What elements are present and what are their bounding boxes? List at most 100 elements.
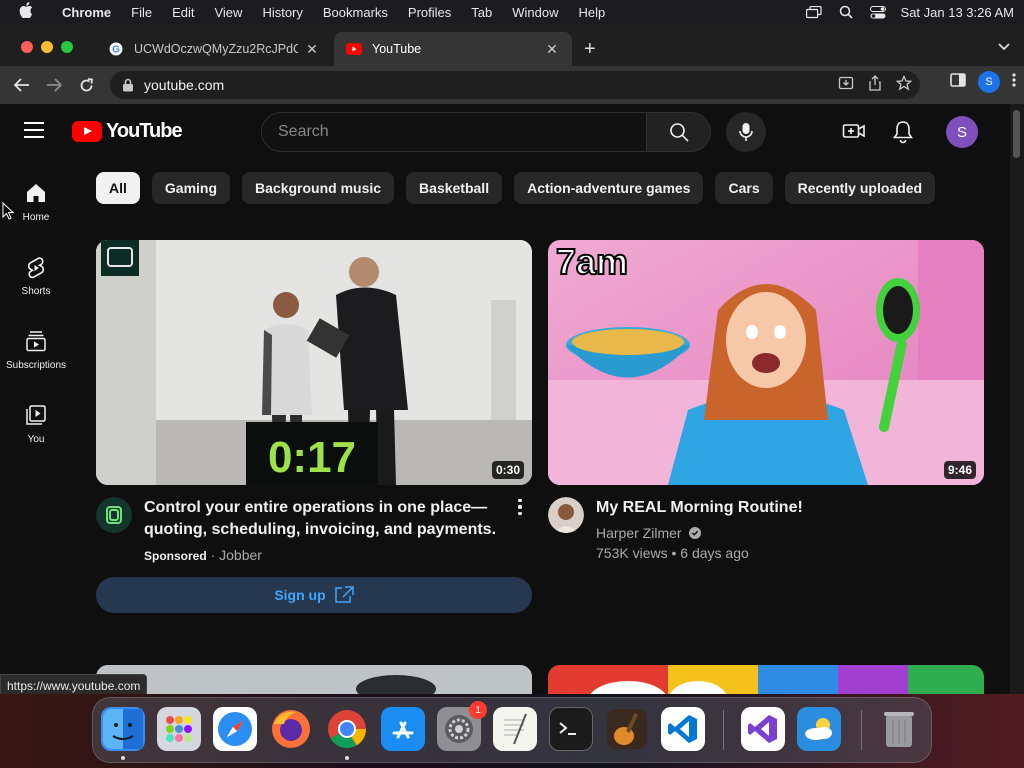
zoom-window-button[interactable] (61, 41, 73, 53)
video-thumbnail[interactable]: 0:17 0:30 (96, 240, 532, 485)
guide-item-label: Shorts (21, 286, 51, 297)
notifications-bell-icon[interactable] (892, 120, 914, 149)
tab-title: UCWdOczwQMyZzu2RcJPdCU (134, 42, 298, 56)
launchpad-icon[interactable] (157, 707, 201, 751)
video-thumbnail[interactable] (96, 665, 532, 695)
system-settings-icon[interactable]: 1 (437, 701, 487, 751)
chip-cars[interactable]: Cars (715, 172, 773, 204)
account-avatar[interactable]: S (946, 116, 978, 148)
close-tab-icon[interactable]: ✕ (304, 41, 320, 58)
chip-action-adventure-games[interactable]: Action-adventure games (514, 172, 704, 204)
chip-background-music[interactable]: Background music (242, 172, 395, 204)
mouse-cursor-icon (2, 201, 15, 225)
google-favicon-icon: G (108, 41, 124, 57)
running-indicator (121, 756, 125, 760)
screen: Chrome File Edit View History Bookmarks … (0, 0, 1024, 768)
menu-help[interactable]: Help (569, 5, 616, 20)
youtube-wordmark: YouTube (106, 120, 183, 142)
screen-mirroring-icon[interactable] (805, 5, 823, 19)
menu-clock[interactable]: Sat Jan 13 3:26 AM (901, 5, 1014, 20)
video-thumbnail[interactable] (548, 665, 984, 695)
app-store-icon[interactable] (381, 707, 425, 751)
chip-gaming[interactable]: Gaming (151, 172, 231, 204)
close-tab-icon[interactable]: ✕ (544, 41, 560, 58)
share-icon[interactable] (868, 75, 882, 94)
visual-studio-code-icon[interactable] (661, 707, 705, 751)
bookmark-star-icon[interactable] (895, 74, 913, 94)
trash-icon[interactable] (877, 707, 921, 751)
terminal-icon[interactable] (549, 707, 593, 751)
voice-search-button[interactable] (726, 112, 766, 152)
youtube-logo[interactable]: YouTube (72, 120, 183, 143)
control-center-icon[interactable] (869, 5, 887, 19)
menu-tab[interactable]: Tab (461, 5, 502, 20)
guide-item-shorts[interactable]: Shorts (0, 256, 72, 297)
install-app-icon[interactable] (838, 75, 854, 94)
video-title[interactable]: My REAL Morning Routine! (596, 497, 984, 519)
external-link-icon (334, 586, 354, 603)
back-icon[interactable] (6, 69, 38, 101)
chrome-icon[interactable] (325, 707, 369, 751)
minimize-window-button[interactable] (41, 41, 53, 53)
guide-item-you[interactable]: You (0, 404, 72, 445)
sign-up-button[interactable]: Sign up (96, 577, 532, 613)
chip-recently-uploaded[interactable]: Recently uploaded (784, 172, 936, 204)
finder-icon[interactable] (101, 707, 145, 751)
video-card-sponsored: 0:17 0:30 Control your entire operations… (96, 240, 532, 566)
menu-view[interactable]: View (204, 5, 252, 20)
thumbnail-overlay-text: 7am (556, 241, 628, 282)
menu-profiles[interactable]: Profiles (398, 5, 461, 20)
menu-app-name[interactable]: Chrome (52, 5, 121, 20)
chrome-menu-icon[interactable] (1012, 72, 1016, 92)
search-button[interactable] (647, 112, 711, 152)
video-duration: 9:46 (943, 461, 976, 479)
youtube-favicon-icon (346, 41, 362, 57)
menu-history[interactable]: History (252, 5, 312, 20)
channel-name[interactable]: Harper Zilmer (596, 525, 682, 541)
video-title[interactable]: Control your entire operations in one pl… (144, 497, 532, 541)
menu-window[interactable]: Window (502, 5, 568, 20)
new-tab-icon[interactable]: + (584, 38, 596, 61)
chip-basketball[interactable]: Basketball (406, 172, 503, 204)
garageband-icon[interactable] (605, 707, 649, 751)
spotlight-search-icon[interactable] (837, 5, 855, 19)
guide-item-subscriptions[interactable]: Subscriptions (0, 330, 72, 371)
forward-icon[interactable] (38, 69, 70, 101)
menu-edit[interactable]: Edit (162, 5, 204, 20)
channel-name[interactable]: Jobber (219, 547, 262, 563)
dock-separator (861, 710, 862, 750)
channel-avatar[interactable] (96, 497, 132, 533)
menu-file[interactable]: File (121, 5, 162, 20)
create-video-icon[interactable] (842, 120, 866, 147)
page-scrollbar[interactable] (1010, 104, 1024, 694)
snowy-scene-thumbnail-image (96, 665, 532, 695)
safari-icon[interactable] (213, 707, 257, 751)
search-input[interactable]: Search (261, 112, 647, 152)
video-card: 7am 9:46 My REAL Morning Routine! Harper… (548, 240, 984, 563)
tab-search-chevron-icon[interactable] (998, 40, 1010, 54)
guide-menu-icon[interactable] (24, 122, 48, 142)
weather-icon[interactable] (797, 707, 841, 751)
channel-avatar[interactable] (548, 497, 584, 533)
side-panel-icon[interactable] (950, 72, 966, 92)
notification-badge: 1 (469, 701, 487, 719)
menu-bookmarks[interactable]: Bookmarks (313, 5, 398, 20)
tab-google-search[interactable]: G UCWdOczwQMyZzu2RcJPdCU ✕ (96, 32, 332, 66)
address-bar[interactable]: youtube.com (110, 71, 920, 99)
video-thumbnail[interactable]: 7am 9:46 (548, 240, 984, 485)
site-info-icon[interactable] (122, 78, 138, 92)
visual-studio-icon[interactable] (741, 707, 785, 751)
chrome-profile-avatar[interactable]: S (978, 71, 1000, 93)
office-scene-thumbnail-image: 0:17 (96, 240, 532, 485)
tab-youtube[interactable]: YouTube ✕ (334, 32, 572, 66)
apple-menu-icon[interactable] (0, 2, 52, 22)
reload-icon[interactable] (70, 69, 102, 101)
scrollbar-thumb[interactable] (1013, 110, 1020, 158)
textedit-icon[interactable] (493, 707, 537, 751)
more-actions-icon[interactable] (512, 497, 528, 517)
video-byline: Harper Zilmer (596, 523, 984, 543)
firefox-icon[interactable] (269, 707, 313, 751)
chip-all[interactable]: All (96, 172, 140, 204)
running-indicator (345, 756, 349, 760)
close-window-button[interactable] (21, 41, 33, 53)
